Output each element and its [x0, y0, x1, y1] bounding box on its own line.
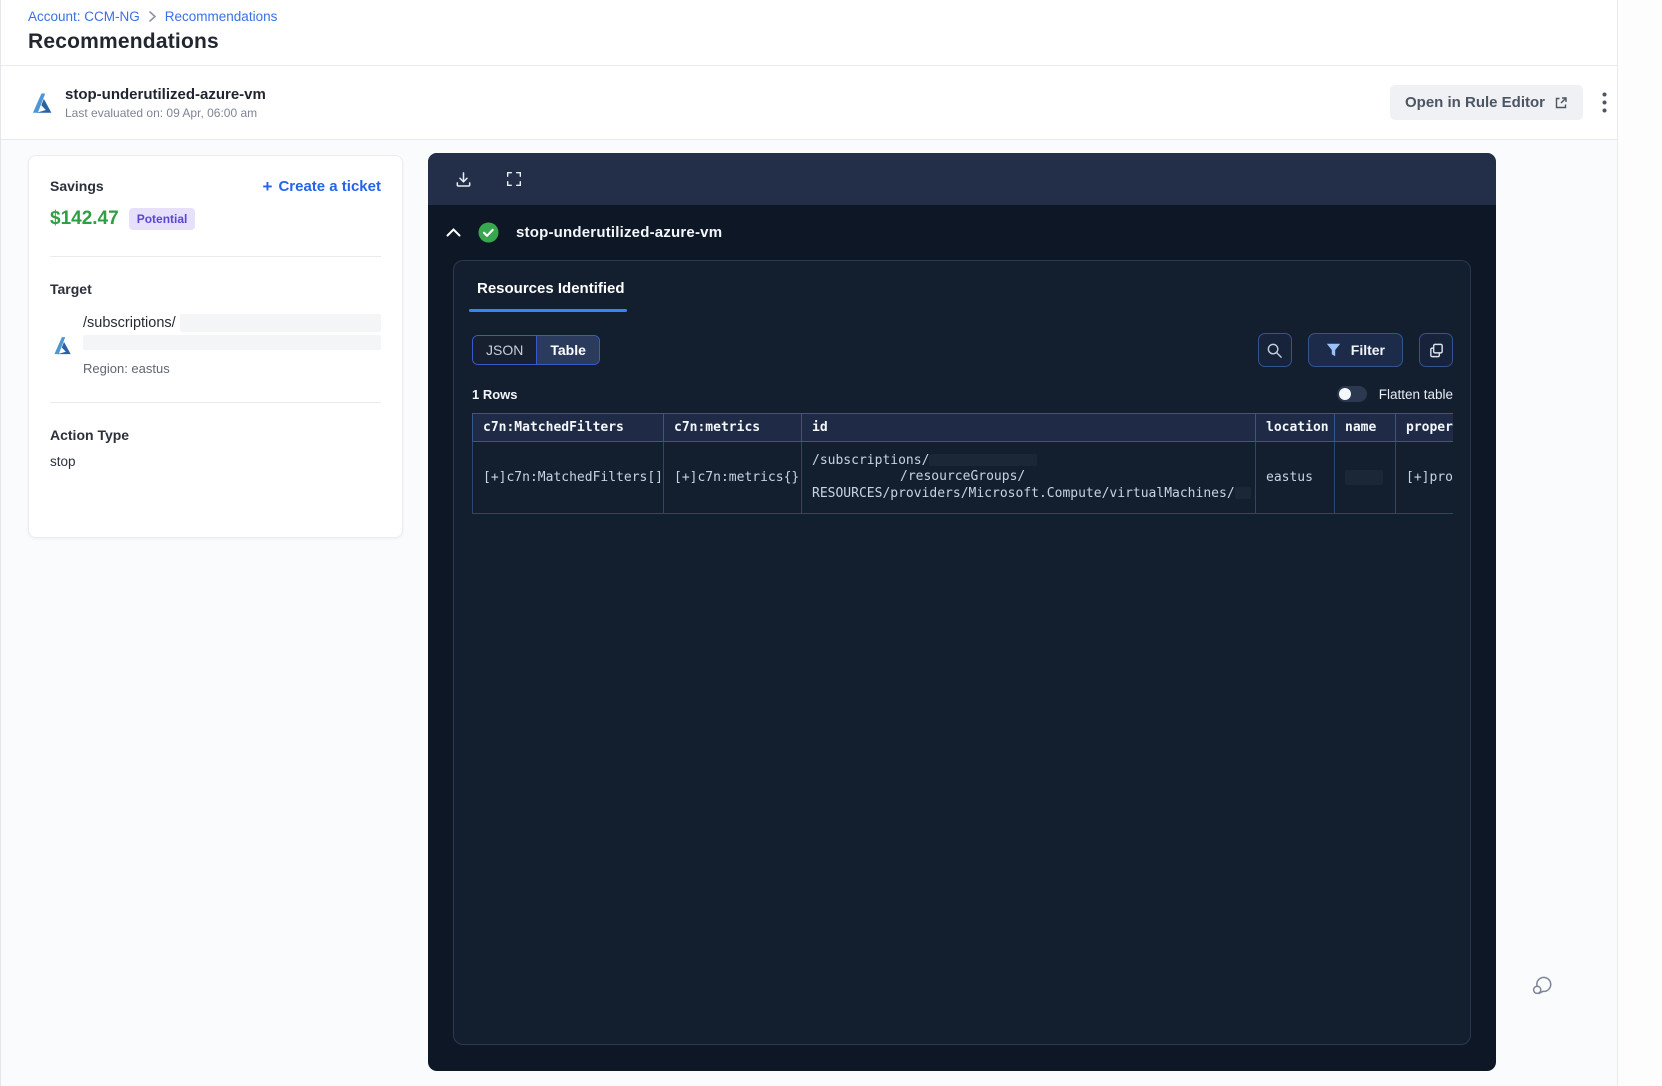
- table-controls: JSON Table Filter: [472, 333, 1453, 367]
- copy-icon: [1429, 343, 1443, 357]
- search-button[interactable]: [1257, 333, 1292, 367]
- resources-card: Resources Identified JSON Table Filter 1…: [453, 260, 1471, 1045]
- id-line2: /resourceGroups/: [900, 469, 1026, 485]
- col-matched-filters: c7n:MatchedFilters: [472, 413, 664, 442]
- table-meta: 1 Rows Flatten table: [472, 386, 1453, 402]
- col-id: id: [801, 413, 1256, 442]
- cell-matched-filters-expander[interactable]: [+]c7n:MatchedFilters[]: [472, 441, 664, 514]
- chevron-up-icon: [446, 228, 461, 237]
- col-name: name: [1334, 413, 1396, 442]
- tab-resources-identified[interactable]: Resources Identified: [477, 280, 625, 309]
- breadcrumb-recommendations-link[interactable]: Recommendations: [165, 9, 278, 24]
- chevron-right-icon: [148, 11, 156, 22]
- external-link-icon: [1555, 96, 1567, 108]
- cell-properties-expander[interactable]: [+]properties{}: [1395, 441, 1453, 514]
- col-metrics: c7n:metrics: [663, 413, 802, 442]
- savings-label: Savings: [50, 178, 104, 194]
- redacted-name: [1345, 470, 1383, 485]
- recommendation-name: stop-underutilized-azure-vm: [65, 85, 266, 103]
- resources-table: c7n:MatchedFilters c7n:metrics id locati…: [472, 413, 1453, 514]
- breadcrumb-account-link[interactable]: Account: CCM-NG: [28, 9, 140, 24]
- recommendations-page: Account: CCM-NG Recommendations Recommen…: [0, 0, 1662, 1086]
- content-area: Savings + Create a ticket $142.47 Potent…: [1, 140, 1617, 1086]
- toggle-knob: [1338, 388, 1351, 400]
- flatten-table-label: Flatten table: [1378, 386, 1453, 402]
- target-path: /subscriptions/: [83, 315, 176, 331]
- divider: [50, 402, 381, 403]
- view-mode-table[interactable]: Table: [536, 336, 599, 364]
- resources-tabs: Resources Identified: [454, 261, 1470, 312]
- table-header-row: c7n:MatchedFilters c7n:metrics id locati…: [472, 413, 1453, 442]
- recommendation-last-evaluated: Last evaluated on: 09 Apr, 06:00 am: [65, 105, 258, 120]
- success-check-icon: [478, 222, 499, 243]
- target-label: Target: [50, 281, 92, 297]
- open-in-rule-editor-button[interactable]: Open in Rule Editor: [1389, 85, 1583, 120]
- action-type-label: Action Type: [50, 427, 130, 443]
- rows-count: 1 Rows: [472, 386, 518, 402]
- chat-support-button[interactable]: [1529, 972, 1555, 1003]
- azure-logo-icon: [32, 92, 52, 113]
- cell-metrics-expander[interactable]: [+]c7n:metrics{}: [663, 441, 802, 514]
- create-ticket-label: Create a ticket: [278, 178, 381, 195]
- view-mode-json[interactable]: JSON: [473, 336, 537, 364]
- open-in-rule-editor-label: Open in Rule Editor: [1404, 94, 1545, 111]
- divider: [50, 256, 381, 257]
- redacted-subscription-id: [179, 314, 381, 332]
- rule-result-header: stop-underutilized-azure-vm: [428, 205, 1496, 260]
- fullscreen-button[interactable]: [505, 170, 523, 188]
- copy-button[interactable]: [1419, 333, 1453, 367]
- azure-target-icon: [54, 336, 71, 354]
- kebab-menu-icon: [1602, 92, 1607, 113]
- search-icon: [1267, 343, 1283, 358]
- filter-label: Filter: [1350, 342, 1385, 358]
- page-title: Recommendations: [28, 30, 219, 53]
- active-tab-indicator: [469, 309, 627, 312]
- recommendation-titles: stop-underutilized-azure-vm Last evaluat…: [65, 86, 1390, 120]
- filter-icon: [1326, 343, 1340, 357]
- action-type-value: stop: [50, 454, 76, 469]
- id-line1: /subscriptions/: [812, 452, 930, 468]
- cell-id: /subscriptions/ /resourceGroups/ RESOURC…: [801, 441, 1256, 514]
- chat-bubbles-icon: [1532, 976, 1552, 995]
- id-line3: RESOURCES/providers/Microsoft.Compute/vi…: [812, 485, 1235, 501]
- results-panel: stop-underutilized-azure-vm Resources Id…: [428, 153, 1496, 1071]
- redacted-id-part: [929, 454, 1038, 467]
- view-mode-toggle: JSON Table: [472, 335, 600, 365]
- table-row: [+]c7n:MatchedFilters[] [+]c7n:metrics{}…: [472, 441, 1453, 514]
- create-ticket-button[interactable]: + Create a ticket: [263, 178, 382, 195]
- recommendation-header: stop-underutilized-azure-vm Last evaluat…: [1, 66, 1662, 140]
- right-edge-panel: [1617, 0, 1662, 1086]
- plus-icon: +: [262, 177, 273, 196]
- redacted-subscription-id-line2: [83, 335, 381, 350]
- savings-status-badge: Potential: [128, 208, 196, 230]
- cell-name: [1334, 441, 1396, 514]
- filter-button[interactable]: Filter: [1307, 333, 1403, 367]
- fullscreen-icon: [506, 171, 522, 187]
- results-toolbar: [428, 153, 1496, 205]
- more-options-menu[interactable]: [1602, 92, 1607, 113]
- cell-location: eastus: [1255, 441, 1335, 514]
- redacted-vm-name: [1234, 487, 1251, 500]
- breadcrumb: Account: CCM-NG Recommendations: [28, 9, 1635, 24]
- download-icon: [456, 171, 471, 187]
- resources-table-wrap: c7n:MatchedFilters c7n:metrics id locati…: [472, 413, 1453, 514]
- rule-result-name: stop-underutilized-azure-vm: [516, 224, 723, 241]
- target-region: Region: eastus: [83, 361, 170, 376]
- flatten-table-toggle[interactable]: [1336, 386, 1367, 402]
- download-button[interactable]: [454, 170, 473, 189]
- savings-amount: $142.47: [50, 208, 119, 229]
- topbar: Account: CCM-NG Recommendations Recommen…: [1, 0, 1662, 66]
- col-location: location: [1255, 413, 1335, 442]
- summary-card: Savings + Create a ticket $142.47 Potent…: [28, 155, 403, 538]
- col-properties: properties: [1395, 413, 1453, 442]
- collapse-toggle[interactable]: [446, 228, 461, 237]
